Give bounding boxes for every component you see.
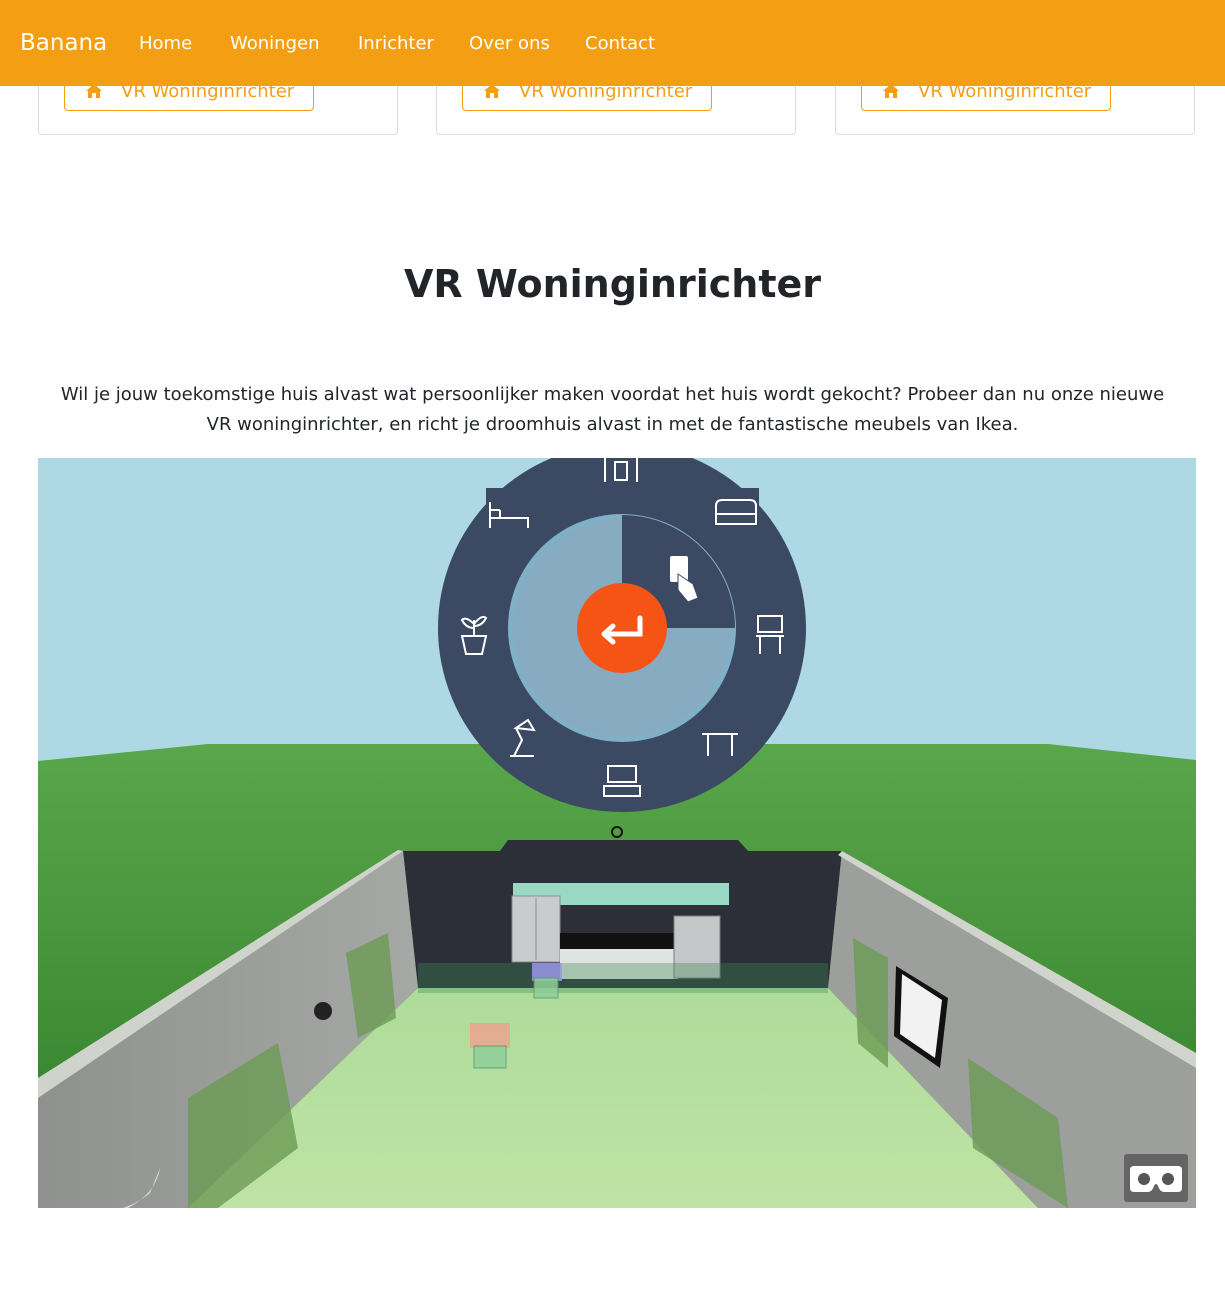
nav-over-ons[interactable]: Over ons — [469, 33, 550, 54]
radial-menu[interactable] — [38, 458, 1196, 1208]
page-title: VR Woninginrichter — [404, 262, 821, 306]
chair-icon[interactable] — [748, 610, 792, 658]
vr-mode-button[interactable] — [1124, 1154, 1188, 1202]
bed-icon[interactable] — [486, 488, 532, 536]
sofa-icon[interactable] — [711, 488, 759, 536]
tv-stand-icon[interactable] — [600, 758, 644, 802]
plant-icon[interactable] — [452, 608, 496, 656]
nav-home[interactable]: Home — [139, 33, 192, 54]
back-button[interactable] — [577, 583, 667, 673]
lamp-icon[interactable] — [500, 718, 544, 762]
navbar: Banana Home Woningen Inrichter Over ons … — [0, 0, 1225, 86]
vr-headset-icon — [1130, 1166, 1182, 1192]
nav-woningen[interactable]: Woningen — [230, 33, 319, 54]
brand-logo[interactable]: Banana — [20, 30, 107, 56]
vr-scene[interactable] — [38, 458, 1196, 1208]
cabinet-icon[interactable] — [601, 458, 643, 484]
nav-contact[interactable]: Contact — [585, 33, 655, 54]
nav-inrichter[interactable]: Inrichter — [358, 33, 434, 54]
table-icon[interactable] — [698, 722, 742, 762]
intro-text: Wil je jouw toekomstige huis alvast wat … — [60, 384, 1165, 435]
